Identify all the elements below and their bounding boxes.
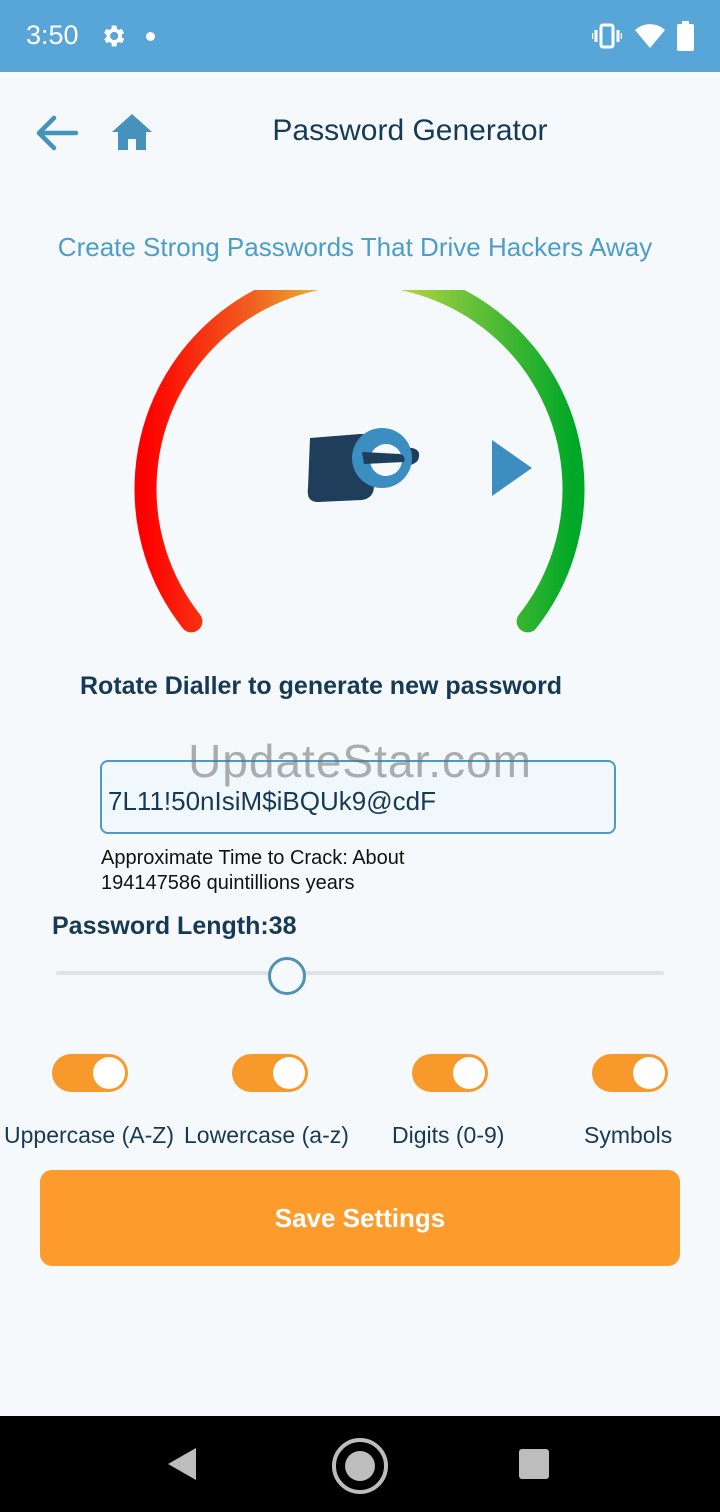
toggle-knob [273,1057,305,1089]
play-arrow-icon[interactable] [492,440,532,496]
toggle-lowercase[interactable] [232,1054,308,1092]
crack-time-label: Approximate Time to Crack: About [101,847,405,869]
toggle-knob [453,1057,485,1089]
save-settings-button[interactable]: Save Settings [40,1170,680,1266]
battery-icon [677,21,694,51]
back-triangle-icon[interactable] [166,1446,198,1482]
back-button[interactable] [34,112,80,154]
length-slider-thumb[interactable] [268,957,307,995]
status-bar: 3:50 [0,0,720,72]
dial-instruction: Rotate Dialler to generate new password [80,672,563,700]
gear-icon [104,25,125,47]
digits-label: Digits (0-9) [392,1122,505,1148]
status-time: 3:50 [26,20,79,50]
toggle-knob [633,1057,665,1089]
toggle-knob [93,1057,125,1089]
length-slider-track[interactable] [56,971,664,975]
password-dial[interactable] [130,290,590,650]
tagline: Create Strong Passwords That Drive Hacke… [57,232,653,262]
home-button[interactable] [110,112,154,152]
toggle-symbols[interactable] [592,1054,668,1092]
recent-apps-icon[interactable] [518,1448,550,1480]
uppercase-label: Uppercase (A-Z) [4,1122,174,1148]
lowercase-label: Lowercase (a-z) [184,1122,349,1148]
pointing-hand-icon [307,428,420,502]
navigation-bar [0,1416,720,1512]
notification-dot-icon [146,32,155,41]
password-length-label: Password Length:38 [52,912,297,940]
home-circle-icon[interactable] [330,1436,390,1496]
wifi-icon [635,24,665,48]
vibrate-icon [592,23,622,49]
watermark: UpdateStar.com [188,735,532,787]
toggle-uppercase[interactable] [52,1054,128,1092]
password-value[interactable]: 7L11!50nIsiM$iBQUk9@cdF [108,786,436,817]
crack-time-value: 194147586 quintillions years [101,872,355,894]
page-title: Password Generator [272,114,548,147]
symbols-label: Symbols [584,1122,673,1148]
toggle-digits[interactable] [412,1054,488,1092]
